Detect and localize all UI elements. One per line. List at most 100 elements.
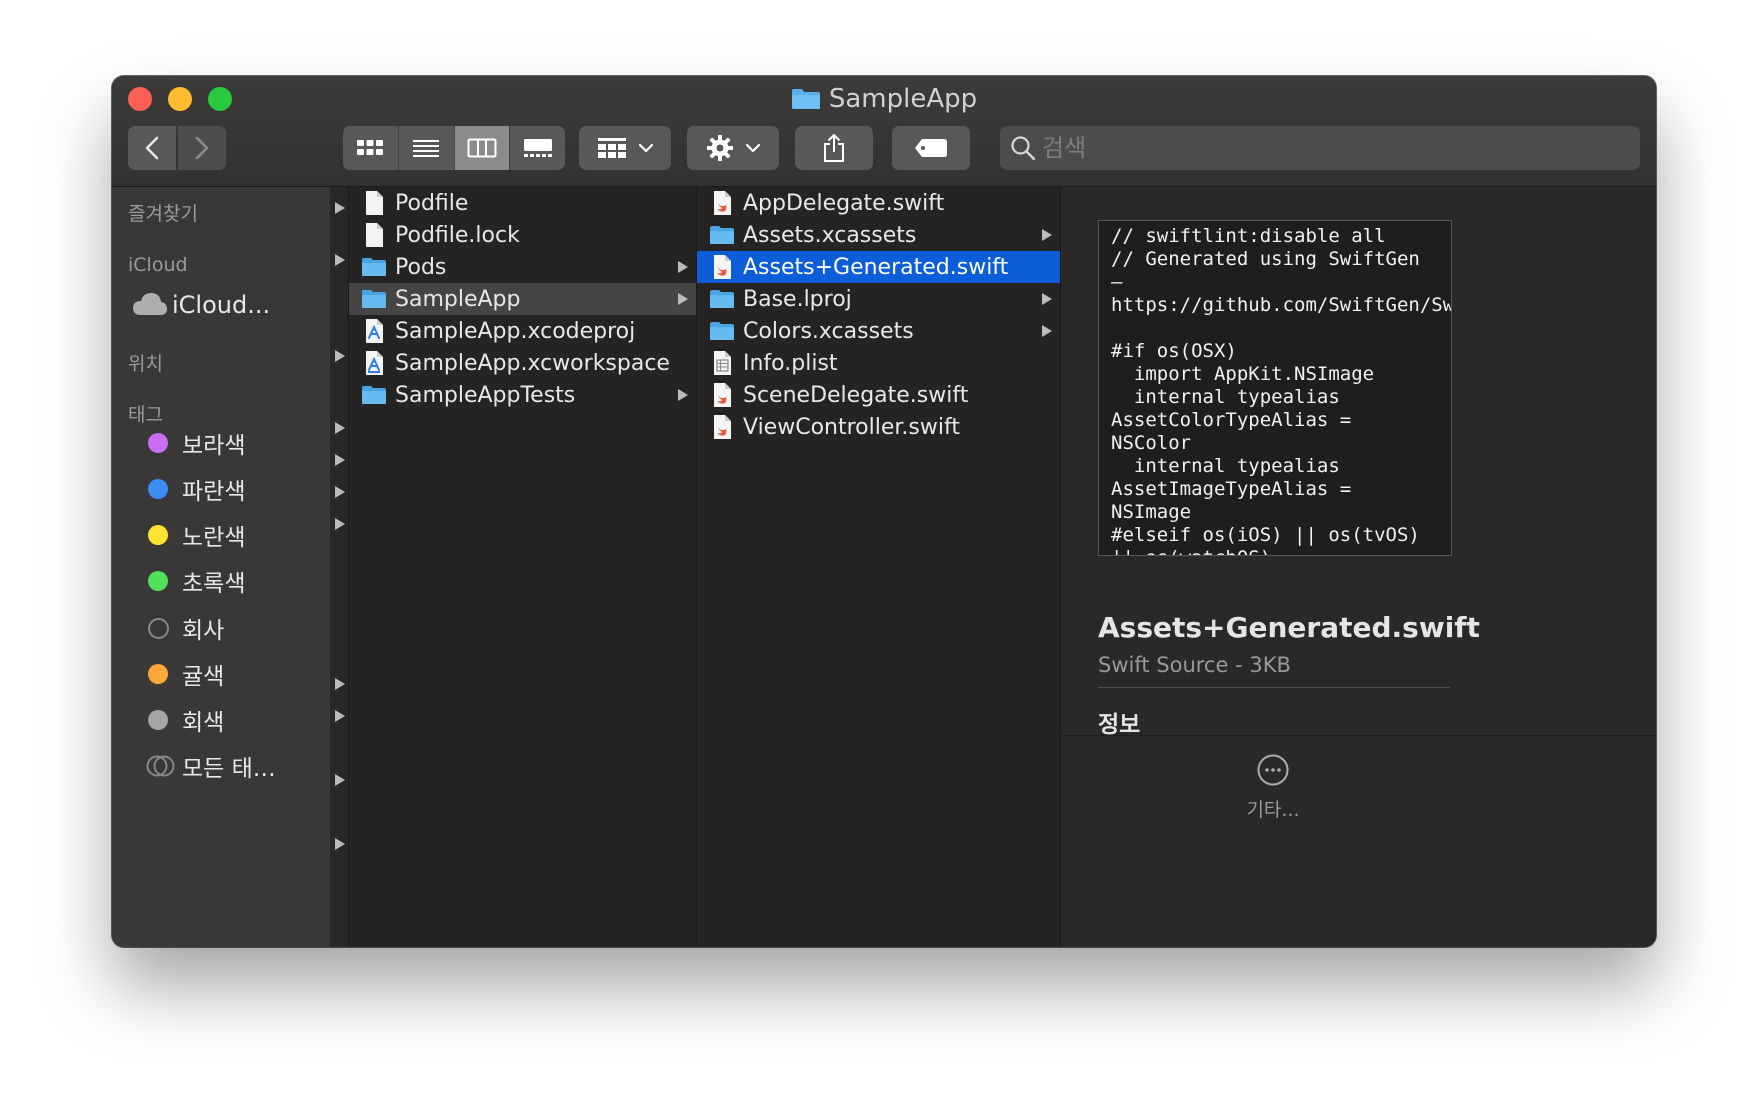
list-icon [413, 140, 440, 157]
columns-icon [467, 138, 497, 158]
back-button[interactable] [128, 126, 176, 170]
sidebar-item-label: 회색 [182, 710, 225, 736]
column-sampleapp: AppDelegate.swift Assets.xcassets Assets… [697, 187, 1061, 947]
sidebar-tag-orange[interactable]: 귤색 [112, 654, 330, 694]
forward-button[interactable] [178, 126, 226, 170]
list-item[interactable]: AppDelegate.swift [697, 187, 1060, 219]
list-item-selected[interactable]: Assets+Generated.swift [697, 251, 1060, 283]
list-item[interactable]: SceneDelegate.swift [697, 379, 1060, 411]
list-item[interactable]: SampleAppTests [349, 379, 696, 411]
file-name: SampleApp.xcodeproj [395, 318, 636, 344]
list-item[interactable]: ViewController.swift [697, 411, 1060, 443]
disclosure-arrow-icon [335, 678, 345, 690]
list-view-button[interactable] [399, 126, 455, 170]
code-text: // swiftlint:disable all // Generated us… [1111, 225, 1451, 555]
sidebar-tag-blue[interactable]: 파란색 [112, 469, 330, 509]
file-name: SceneDelegate.swift [743, 382, 969, 408]
disclosure-arrow-icon [335, 838, 345, 850]
disclosure-arrow-icon [335, 486, 345, 498]
sidebar-section-locations: 위치 [128, 353, 163, 375]
list-item[interactable]: Podfile [349, 187, 696, 219]
sidebar-tag-gray[interactable]: 회색 [112, 700, 330, 740]
sidebar-item-label: 귤색 [182, 664, 225, 690]
disclosure-arrow-icon [335, 422, 345, 434]
view-mode-segmented-control [343, 126, 565, 170]
tag-color-dot [148, 664, 168, 684]
all-tags-icon [146, 755, 175, 777]
edit-tags-button[interactable] [892, 126, 970, 170]
disclosure-arrow-icon [335, 454, 345, 466]
tag-icon [915, 139, 947, 157]
more-actions-button[interactable]: 기타... [1221, 753, 1325, 822]
share-button[interactable] [795, 126, 873, 170]
gallery-view-button[interactable] [510, 126, 565, 170]
list-item[interactable]: Podfile.lock [349, 219, 696, 251]
folder-name: Assets.xcassets [743, 222, 917, 248]
disclosure-arrow-icon [678, 261, 688, 273]
file-name: Assets+Generated.swift [743, 254, 1009, 280]
list-item[interactable]: Colors.xcassets [697, 315, 1060, 347]
tag-color-dot [148, 479, 168, 499]
list-item-selected[interactable]: SampleApp [349, 283, 696, 315]
swift-file-icon [714, 255, 731, 279]
disclosure-arrow-icon [335, 710, 345, 722]
swift-file-icon [714, 415, 731, 439]
list-item[interactable]: Info.plist [697, 347, 1060, 379]
disclosure-arrow-icon [1042, 229, 1052, 241]
sidebar-item-label: 초록색 [182, 571, 246, 597]
file-name: Podfile [395, 190, 469, 216]
column-project: Podfile Podfile.lock Pods SampleApp Samp… [349, 187, 697, 947]
sidebar-tag-work[interactable]: 회사 [112, 608, 330, 648]
folder-icon [710, 226, 734, 244]
disclosure-arrow-icon [335, 774, 345, 786]
divider [1061, 735, 1656, 736]
sidebar-section-favorites: 즐겨찾기 [128, 203, 198, 225]
column-parent-collapsed[interactable] [331, 187, 349, 947]
magnifier-icon [1011, 136, 1036, 161]
icon-grid-icon [357, 140, 384, 155]
file-content-preview[interactable]: // swiftlint:disable all // Generated us… [1098, 220, 1452, 556]
sidebar-item-label: 노란색 [182, 525, 246, 551]
list-item[interactable]: Assets.xcassets [697, 219, 1060, 251]
folder-icon [791, 89, 820, 109]
icon-view-button[interactable] [343, 126, 399, 170]
sidebar-tag-green[interactable]: 초록색 [112, 561, 330, 601]
list-item[interactable]: SampleApp.xcodeproj [349, 315, 696, 347]
file-name: SampleApp.xcworkspace [395, 350, 670, 376]
disclosure-arrow-icon [678, 389, 688, 401]
sidebar-item-icloud-drive[interactable]: iCloud... [112, 285, 330, 325]
folder-icon [362, 386, 386, 404]
window-title: SampleApp [112, 84, 1656, 114]
disclosure-arrow-icon [1042, 293, 1052, 305]
search-input[interactable] [1042, 134, 1602, 162]
preview-info-heading: 정보 [1098, 712, 1141, 738]
disclosure-arrow-icon [335, 350, 345, 362]
finder-window: SampleApp 검색 즐겨찾기 iCloud iCloud... 위치 태그… [112, 76, 1656, 947]
tag-color-dot [148, 571, 168, 591]
cloud-icon [133, 293, 167, 315]
xcode-workspace-icon [366, 351, 383, 375]
group-by-button[interactable] [579, 126, 671, 170]
list-item[interactable]: SampleApp.xcworkspace [349, 347, 696, 379]
chevron-down-icon [639, 143, 653, 153]
list-item[interactable]: Base.lproj [697, 283, 1060, 315]
disclosure-arrow-icon [335, 254, 345, 266]
sidebar-tag-purple[interactable]: 보라색 [112, 423, 330, 463]
sidebar: 즐겨찾기 iCloud iCloud... 위치 태그 보라색 파란색 노란색 … [112, 187, 330, 947]
list-item[interactable]: Pods [349, 251, 696, 283]
search-field[interactable] [1000, 126, 1640, 170]
preview-pane: // swiftlint:disable all // Generated us… [1061, 187, 1656, 947]
sidebar-all-tags[interactable]: 모든 태… [112, 746, 330, 786]
chevron-right-icon [195, 136, 209, 160]
action-button[interactable] [687, 126, 779, 170]
sidebar-item-label: 파란색 [182, 479, 246, 505]
folder-icon [362, 258, 386, 276]
sidebar-item-label: iCloud... [172, 291, 271, 319]
more-actions-label: 기타... [1246, 799, 1300, 821]
column-view-button[interactable] [454, 126, 511, 170]
sidebar-section-icloud: iCloud [128, 254, 188, 276]
file-name: ViewController.swift [743, 414, 960, 440]
disclosure-arrow-icon [1042, 325, 1052, 337]
swift-file-icon [714, 191, 731, 215]
sidebar-tag-yellow[interactable]: 노란색 [112, 515, 330, 555]
